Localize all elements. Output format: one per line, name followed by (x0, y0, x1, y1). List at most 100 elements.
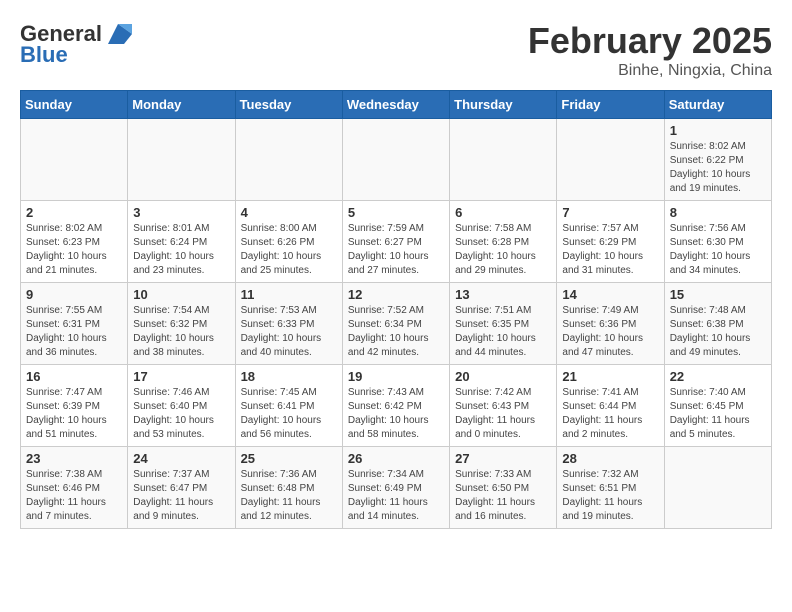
calendar-cell: 1 Sunrise: 8:02 AM Sunset: 6:22 PM Daylig… (664, 119, 771, 201)
day-info: Sunrise: 7:45 AM Sunset: 6:41 PM Dayligh… (241, 386, 337, 442)
calendar-cell: 26 Sunrise: 7:34 AM Sunset: 6:49 PM Dayli… (342, 447, 449, 529)
day-number: 12 (348, 287, 444, 302)
calendar-cell (128, 119, 235, 201)
day-number: 13 (455, 287, 551, 302)
day-info: Sunrise: 7:51 AM Sunset: 6:35 PM Dayligh… (455, 304, 551, 360)
day-info: Sunrise: 7:34 AM Sunset: 6:49 PM Dayligh… (348, 468, 444, 524)
day-number: 14 (562, 287, 658, 302)
calendar-cell: 19 Sunrise: 7:43 AM Sunset: 6:42 PM Dayli… (342, 365, 449, 447)
page-header: General Blue February 2025 Binhe, Ningxi… (20, 20, 772, 80)
calendar-cell: 11 Sunrise: 7:53 AM Sunset: 6:33 PM Dayli… (235, 283, 342, 365)
week-row-1: 1 Sunrise: 8:02 AM Sunset: 6:22 PM Daylig… (21, 119, 772, 201)
calendar-cell: 20 Sunrise: 7:42 AM Sunset: 6:43 PM Dayli… (450, 365, 557, 447)
calendar-cell: 16Sunrise: 7:47 AM Sunset: 6:39 PM Dayli… (21, 365, 128, 447)
day-number: 21 (562, 369, 658, 384)
calendar-cell (664, 447, 771, 529)
weekday-header-tuesday: Tuesday (235, 91, 342, 119)
day-number: 4 (241, 205, 337, 220)
day-info: Sunrise: 7:48 AM Sunset: 6:38 PM Dayligh… (670, 304, 766, 360)
day-number: 24 (133, 451, 229, 466)
logo-icon (104, 20, 132, 48)
calendar-cell (342, 119, 449, 201)
day-info: Sunrise: 7:41 AM Sunset: 6:44 PM Dayligh… (562, 386, 658, 442)
day-number: 11 (241, 287, 337, 302)
day-info: Sunrise: 8:02 AM Sunset: 6:23 PM Dayligh… (26, 222, 122, 278)
day-number: 2 (26, 205, 122, 220)
calendar-cell: 6 Sunrise: 7:58 AM Sunset: 6:28 PM Daylig… (450, 201, 557, 283)
day-number: 5 (348, 205, 444, 220)
calendar-subtitle: Binhe, Ningxia, China (528, 62, 772, 80)
calendar-cell: 17Sunrise: 7:46 AM Sunset: 6:40 PM Dayli… (128, 365, 235, 447)
day-info: Sunrise: 7:46 AM Sunset: 6:40 PM Dayligh… (133, 386, 229, 442)
day-info: Sunrise: 7:43 AM Sunset: 6:42 PM Dayligh… (348, 386, 444, 442)
day-number: 28 (562, 451, 658, 466)
day-number: 10 (133, 287, 229, 302)
day-info: Sunrise: 7:36 AM Sunset: 6:48 PM Dayligh… (241, 468, 337, 524)
day-info: Sunrise: 7:49 AM Sunset: 6:36 PM Dayligh… (562, 304, 658, 360)
calendar-cell (235, 119, 342, 201)
day-number: 23 (26, 451, 122, 466)
day-number: 25 (241, 451, 337, 466)
day-number: 19 (348, 369, 444, 384)
day-info: Sunrise: 7:59 AM Sunset: 6:27 PM Dayligh… (348, 222, 444, 278)
calendar-cell: 18Sunrise: 7:45 AM Sunset: 6:41 PM Dayli… (235, 365, 342, 447)
calendar-cell: 4 Sunrise: 8:00 AM Sunset: 6:26 PM Daylig… (235, 201, 342, 283)
calendar-cell: 8Sunrise: 7:56 AM Sunset: 6:30 PM Daylig… (664, 201, 771, 283)
weekday-header-row: SundayMondayTuesdayWednesdayThursdayFrid… (21, 91, 772, 119)
day-info: Sunrise: 7:42 AM Sunset: 6:43 PM Dayligh… (455, 386, 551, 442)
week-row-3: 9 Sunrise: 7:55 AM Sunset: 6:31 PM Daylig… (21, 283, 772, 365)
day-info: Sunrise: 7:40 AM Sunset: 6:45 PM Dayligh… (670, 386, 766, 442)
calendar-cell: 2 Sunrise: 8:02 AM Sunset: 6:23 PM Daylig… (21, 201, 128, 283)
day-number: 8 (670, 205, 766, 220)
logo-blue: Blue (20, 42, 68, 68)
calendar-cell: 24 Sunrise: 7:37 AM Sunset: 6:47 PM Dayli… (128, 447, 235, 529)
day-info: Sunrise: 8:02 AM Sunset: 6:22 PM Dayligh… (670, 140, 766, 196)
calendar-cell: 28 Sunrise: 7:32 AM Sunset: 6:51 PM Dayli… (557, 447, 664, 529)
calendar-cell: 9 Sunrise: 7:55 AM Sunset: 6:31 PM Daylig… (21, 283, 128, 365)
calendar-cell: 12 Sunrise: 7:52 AM Sunset: 6:34 PM Dayli… (342, 283, 449, 365)
weekday-header-saturday: Saturday (664, 91, 771, 119)
day-info: Sunrise: 7:37 AM Sunset: 6:47 PM Dayligh… (133, 468, 229, 524)
day-number: 27 (455, 451, 551, 466)
calendar-cell: 14 Sunrise: 7:49 AM Sunset: 6:36 PM Dayli… (557, 283, 664, 365)
calendar-cell: 5 Sunrise: 7:59 AM Sunset: 6:27 PM Daylig… (342, 201, 449, 283)
weekday-header-thursday: Thursday (450, 91, 557, 119)
day-info: Sunrise: 7:52 AM Sunset: 6:34 PM Dayligh… (348, 304, 444, 360)
day-number: 26 (348, 451, 444, 466)
calendar-cell: 15 Sunrise: 7:48 AM Sunset: 6:38 PM Dayli… (664, 283, 771, 365)
day-info: Sunrise: 7:55 AM Sunset: 6:31 PM Dayligh… (26, 304, 122, 360)
calendar-cell: 23Sunrise: 7:38 AM Sunset: 6:46 PM Dayli… (21, 447, 128, 529)
day-info: Sunrise: 7:33 AM Sunset: 6:50 PM Dayligh… (455, 468, 551, 524)
calendar-cell (21, 119, 128, 201)
weekday-header-monday: Monday (128, 91, 235, 119)
title-block: February 2025 Binhe, Ningxia, China (528, 20, 772, 80)
day-number: 22 (670, 369, 766, 384)
calendar-cell: 10 Sunrise: 7:54 AM Sunset: 6:32 PM Dayli… (128, 283, 235, 365)
week-row-2: 2 Sunrise: 8:02 AM Sunset: 6:23 PM Daylig… (21, 201, 772, 283)
logo: General Blue (20, 20, 130, 68)
day-number: 9 (26, 287, 122, 302)
day-info: Sunrise: 7:32 AM Sunset: 6:51 PM Dayligh… (562, 468, 658, 524)
calendar-cell: 27 Sunrise: 7:33 AM Sunset: 6:50 PM Dayli… (450, 447, 557, 529)
day-info: Sunrise: 8:00 AM Sunset: 6:26 PM Dayligh… (241, 222, 337, 278)
calendar-cell: 7Sunrise: 7:57 AM Sunset: 6:29 PM Daylig… (557, 201, 664, 283)
weekday-header-wednesday: Wednesday (342, 91, 449, 119)
day-number: 1 (670, 123, 766, 138)
calendar-title: February 2025 (528, 20, 772, 62)
day-info: Sunrise: 8:01 AM Sunset: 6:24 PM Dayligh… (133, 222, 229, 278)
day-number: 3 (133, 205, 229, 220)
day-info: Sunrise: 7:54 AM Sunset: 6:32 PM Dayligh… (133, 304, 229, 360)
day-info: Sunrise: 7:53 AM Sunset: 6:33 PM Dayligh… (241, 304, 337, 360)
calendar-cell (450, 119, 557, 201)
day-number: 6 (455, 205, 551, 220)
week-row-5: 23Sunrise: 7:38 AM Sunset: 6:46 PM Dayli… (21, 447, 772, 529)
day-info: Sunrise: 7:58 AM Sunset: 6:28 PM Dayligh… (455, 222, 551, 278)
calendar-cell (557, 119, 664, 201)
day-number: 15 (670, 287, 766, 302)
day-info: Sunrise: 7:47 AM Sunset: 6:39 PM Dayligh… (26, 386, 122, 442)
day-number: 20 (455, 369, 551, 384)
calendar-cell: 22 Sunrise: 7:40 AM Sunset: 6:45 PM Dayli… (664, 365, 771, 447)
day-number: 7 (562, 205, 658, 220)
calendar-cell: 3 Sunrise: 8:01 AM Sunset: 6:24 PM Daylig… (128, 201, 235, 283)
calendar-cell: 13 Sunrise: 7:51 AM Sunset: 6:35 PM Dayli… (450, 283, 557, 365)
